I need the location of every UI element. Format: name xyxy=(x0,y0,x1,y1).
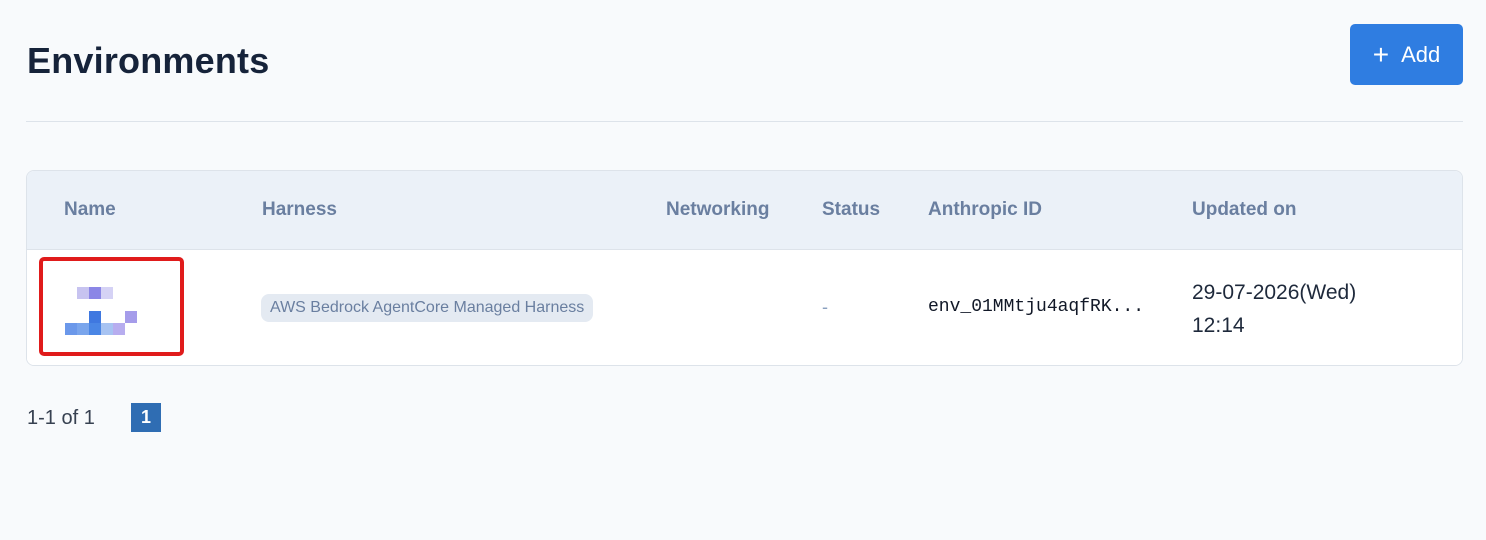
page-button-1[interactable]: 1 xyxy=(131,403,161,432)
environment-name-link[interactable] xyxy=(39,257,184,356)
environments-table: Name Harness Networking Status Anthropic… xyxy=(26,170,1463,366)
add-button[interactable]: + Add xyxy=(1350,24,1463,85)
updated-on-value: 29-07-2026(Wed) 12:14 xyxy=(1192,276,1356,342)
harness-badge: AWS Bedrock AgentCore Managed Harness xyxy=(261,294,594,322)
environments-page: Environments + Add Name Harness Networki… xyxy=(0,0,1486,540)
anthropic-id-value: env_01MMtju4aqfRK... xyxy=(928,297,1145,317)
updated-on-time: 12:14 xyxy=(1192,314,1245,337)
column-header-anthropic-id: Anthropic ID xyxy=(928,199,1042,220)
column-header-networking: Networking xyxy=(666,199,770,220)
plus-icon: + xyxy=(1372,38,1390,70)
updated-on-date: 29-07-2026(Wed) xyxy=(1192,281,1357,304)
status-value: - xyxy=(822,297,828,317)
page-title: Environments xyxy=(27,40,270,81)
column-header-name: Name xyxy=(64,199,116,220)
pagination-summary: 1-1 of 1 xyxy=(27,407,95,429)
table-header: Name Harness Networking Status Anthropic… xyxy=(27,171,1462,250)
table-row[interactable]: AWS Bedrock AgentCore Managed Harness - … xyxy=(27,250,1462,365)
column-header-status: Status xyxy=(822,199,881,220)
column-header-updated-on: Updated on xyxy=(1192,199,1297,220)
header-divider xyxy=(26,121,1463,122)
add-button-label: Add xyxy=(1401,41,1441,67)
column-header-harness: Harness xyxy=(262,199,337,220)
